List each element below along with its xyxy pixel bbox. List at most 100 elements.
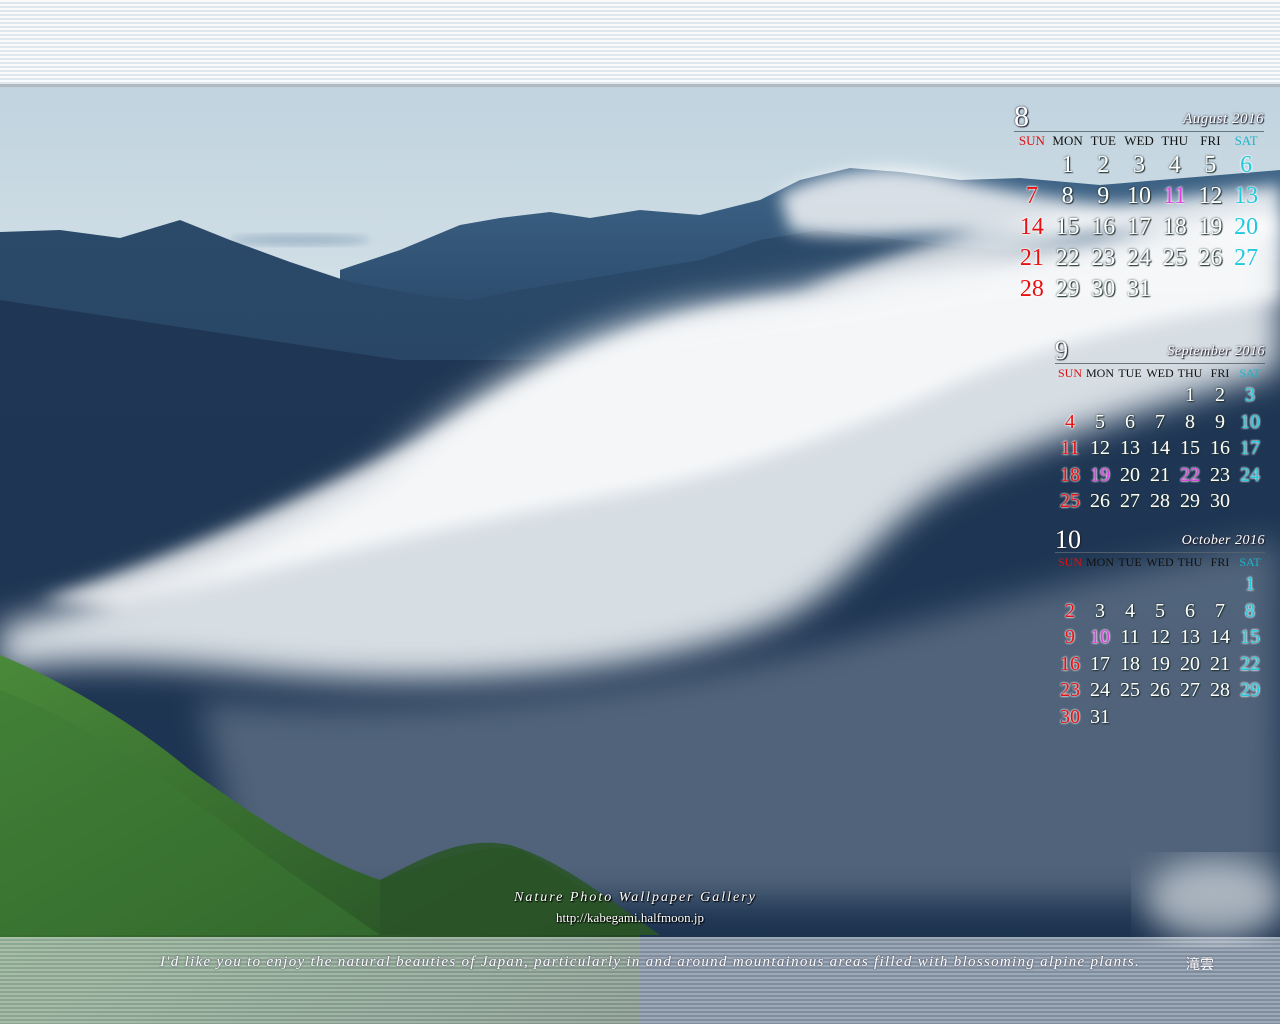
calendar-day: 6 bbox=[1240, 152, 1253, 178]
weekday-header: MON bbox=[1052, 133, 1083, 148]
weekday-header: THU bbox=[1177, 555, 1203, 569]
calendar-day: 20 bbox=[1234, 214, 1259, 240]
calendar-day: 20 bbox=[1120, 463, 1140, 486]
calendar-day: 6 bbox=[1125, 410, 1135, 433]
weekday-header: MON bbox=[1085, 366, 1114, 380]
weekday-header: SAT bbox=[1239, 366, 1261, 380]
calendar-day: 5 bbox=[1095, 410, 1105, 433]
calendar-header: 10 October 2016 bbox=[1055, 524, 1265, 553]
weekday-header: SAT bbox=[1234, 133, 1258, 148]
calendar-day: 29 bbox=[1180, 490, 1200, 512]
calendar-day: 2 bbox=[1097, 152, 1110, 178]
calendar-october: 10 October 2016 SUN MON TUE WED THU FRI SAT 1 2 3… bbox=[1055, 524, 1265, 730]
weekday-header: SUN bbox=[1057, 555, 1082, 569]
calendar-grid: SUN MON TUE WED THU FRI SAT 1 2 3 4 5 6 7 8 9 10 11 12 13 14… bbox=[1014, 132, 1264, 305]
calendar-day: 2 bbox=[1065, 599, 1075, 622]
calendar-day: 27 bbox=[1120, 490, 1140, 512]
empty-cell bbox=[1205, 571, 1235, 598]
calendar-day: 26 bbox=[1090, 490, 1110, 512]
weekday-header: FRI bbox=[1210, 366, 1230, 380]
calendar-day: 4 bbox=[1065, 410, 1075, 433]
weekday-header: TUE bbox=[1118, 366, 1142, 380]
calendar-day: 25 bbox=[1060, 490, 1080, 512]
calendar-day: 15 bbox=[1055, 214, 1080, 240]
calendar-day: 14 bbox=[1019, 214, 1044, 240]
calendar-day: 11 bbox=[1163, 183, 1187, 209]
calendar-day: 17 bbox=[1240, 437, 1260, 459]
calendar-day: 19 bbox=[1150, 652, 1170, 675]
empty-cell bbox=[1085, 382, 1115, 409]
calendar-day: 6 bbox=[1185, 599, 1195, 622]
calendar-day: 7 bbox=[1215, 599, 1225, 622]
weekday-header: FRI bbox=[1200, 133, 1221, 148]
calendar-day: 20 bbox=[1180, 652, 1200, 675]
calendar-day: 21 bbox=[1019, 245, 1044, 271]
calendar-grid: SUN MON TUE WED THU FRI SAT 1 2 3 4 5 6 7 8 9 10 11 12 13 14… bbox=[1055, 553, 1265, 730]
month-number: 9 bbox=[1055, 336, 1068, 365]
calendar-day: 8 bbox=[1185, 410, 1195, 433]
calendar-grid: SUN MON TUE WED THU FRI SAT 1 2 3 4 5 6 7 8 9 10 11 12 13 14… bbox=[1055, 364, 1265, 515]
calendar-day: 11 bbox=[1060, 437, 1080, 459]
weekday-header: TUE bbox=[1090, 133, 1116, 148]
weekday-header: WED bbox=[1124, 133, 1154, 148]
calendar-day: 27 bbox=[1234, 245, 1259, 271]
calendar-day: 24 bbox=[1090, 679, 1110, 701]
calendar-day: 16 bbox=[1210, 437, 1230, 459]
weekday-header: THU bbox=[1177, 366, 1203, 380]
calendar-day: 8 bbox=[1245, 599, 1255, 622]
empty-cell bbox=[1145, 382, 1175, 409]
weekday-header: SUN bbox=[1057, 366, 1082, 380]
calendar-day: 17 bbox=[1090, 652, 1110, 675]
month-name: August 2016 bbox=[1183, 111, 1264, 127]
month-name: October 2016 bbox=[1181, 533, 1265, 548]
tagline: I'd like you to enjoy the natural beauti… bbox=[160, 954, 1141, 970]
calendar-day: 15 bbox=[1180, 437, 1200, 459]
calendar-day: 14 bbox=[1210, 626, 1230, 648]
gallery-name: Nature Photo Wallpaper Gallery bbox=[514, 890, 757, 905]
empty-cell bbox=[1115, 382, 1145, 409]
calendar-day: 10 bbox=[1090, 626, 1110, 648]
month-number: 10 bbox=[1055, 525, 1081, 554]
calendar-day: 7 bbox=[1025, 183, 1038, 209]
calendar-day: 24 bbox=[1126, 245, 1151, 271]
calendar-day: 23 bbox=[1210, 463, 1230, 486]
calendar-day: 18 bbox=[1162, 214, 1187, 240]
calendar-day: 14 bbox=[1150, 437, 1170, 459]
calendar-day: 31 bbox=[1126, 276, 1151, 302]
empty-cell bbox=[1055, 571, 1085, 598]
calendar-day: 9 bbox=[1097, 183, 1110, 209]
calendar-august: 8 August 2016 SUN MON TUE WED THU FRI SAT 1 2 3 4 5… bbox=[1014, 102, 1264, 305]
calendar-day: 29 bbox=[1055, 276, 1080, 302]
calendar-day: 16 bbox=[1091, 214, 1116, 240]
month-name: September 2016 bbox=[1167, 344, 1265, 359]
calendar-day: 19 bbox=[1198, 214, 1223, 240]
calendar-day: 1 bbox=[1185, 384, 1195, 406]
calendar-day: 10 bbox=[1126, 183, 1151, 209]
calendar-day: 15 bbox=[1240, 626, 1260, 648]
calendar-day: 22 bbox=[1055, 245, 1080, 271]
calendar-day: 30 bbox=[1210, 490, 1230, 512]
calendar-day: 11 bbox=[1120, 626, 1140, 648]
calendar-day: 26 bbox=[1198, 245, 1223, 271]
empty-cell bbox=[1055, 382, 1085, 409]
bottom-translucent-band bbox=[0, 937, 1280, 1024]
calendar-day: 18 bbox=[1120, 652, 1140, 675]
calendar-day: 25 bbox=[1120, 679, 1140, 701]
calendar-day: 3 bbox=[1095, 599, 1105, 622]
calendar-header: 8 August 2016 bbox=[1014, 102, 1264, 132]
calendar-day: 27 bbox=[1180, 679, 1200, 701]
calendar-day: 31 bbox=[1090, 705, 1110, 728]
calendar-september: 9 September 2016 SUN MON TUE WED THU FRI SAT 1 2… bbox=[1055, 335, 1265, 515]
calendar-day: 16 bbox=[1060, 652, 1080, 675]
calendar-day: 4 bbox=[1125, 599, 1135, 622]
photo-title: 滝雲 bbox=[1186, 958, 1214, 973]
weekday-header: SUN bbox=[1018, 133, 1045, 148]
calendar-day: 13 bbox=[1180, 626, 1200, 648]
weekday-header: SAT bbox=[1239, 555, 1261, 569]
calendar-day: 18 bbox=[1060, 463, 1080, 486]
calendar-day: 21 bbox=[1210, 652, 1230, 675]
calendar-day: 24 bbox=[1240, 463, 1260, 486]
calendar-day: 12 bbox=[1198, 183, 1223, 209]
calendar-day: 29 bbox=[1240, 679, 1260, 701]
gallery-url: http://kabegami.halfmoon.jp bbox=[556, 910, 705, 925]
